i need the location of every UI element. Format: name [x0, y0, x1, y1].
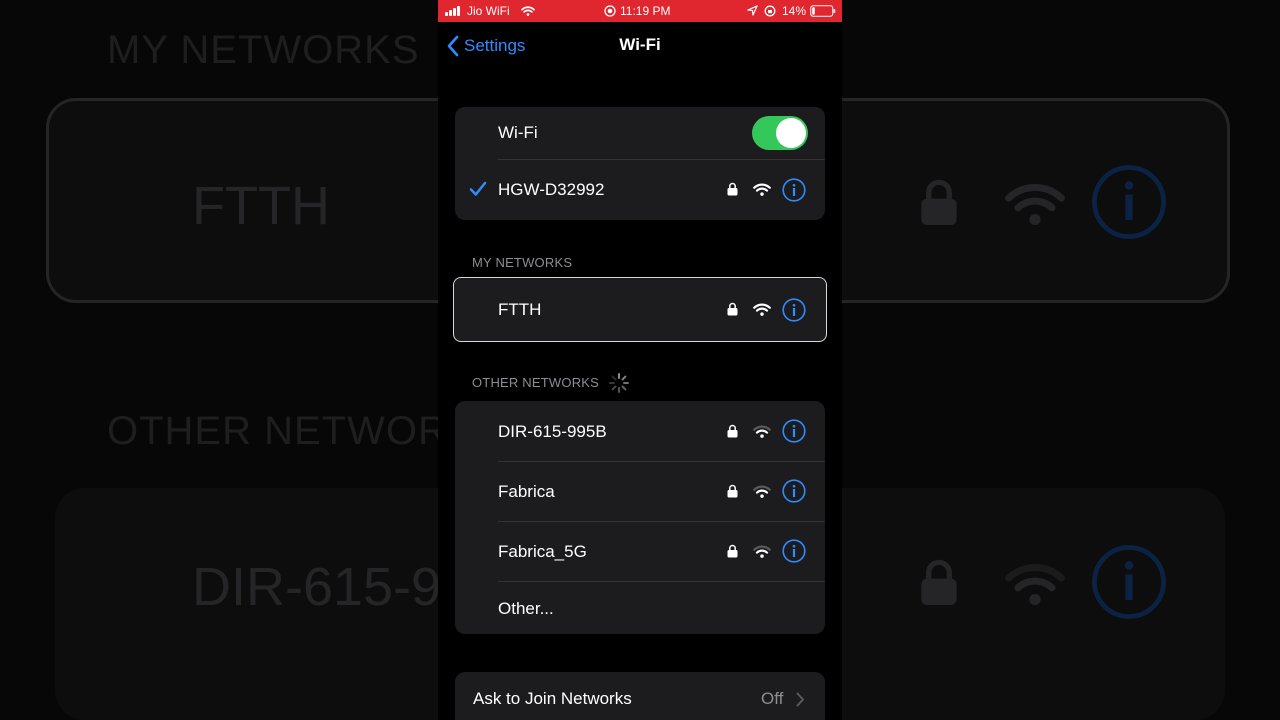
- status-wifi-icon: [521, 6, 535, 16]
- wifi-signal-icon: [753, 303, 771, 316]
- ask-to-join-label: Ask to Join Networks: [473, 689, 632, 708]
- network-name: DIR-615-995B: [498, 422, 607, 441]
- wifi-signal-icon: [753, 545, 771, 558]
- lock-icon: [727, 544, 738, 558]
- wifi-group: Wi-Fi HGW-D32992: [455, 107, 825, 220]
- ask-to-join-value: Off: [761, 689, 784, 708]
- wifi-signal-icon: [753, 485, 771, 498]
- screen-record-icon: [604, 5, 616, 17]
- info-icon[interactable]: [782, 419, 806, 443]
- connected-network-row[interactable]: HGW-D32992: [455, 160, 825, 220]
- connected-network-name: HGW-D32992: [498, 180, 605, 199]
- network-row-fabrica[interactable]: Fabrica: [455, 461, 825, 521]
- info-icon[interactable]: [782, 178, 806, 202]
- loading-spinner-icon: [609, 373, 629, 393]
- battery-percent: 14%: [782, 4, 807, 18]
- carrier-label: Jio WiFi: [467, 4, 510, 18]
- network-row-dir-615-995b[interactable]: DIR-615-995B: [455, 401, 825, 461]
- other-network-label: Other...: [498, 599, 554, 618]
- orientation-lock-icon: [764, 5, 776, 17]
- wifi-signal-icon: [753, 183, 771, 196]
- checkmark-icon: [469, 181, 487, 196]
- navigation-bar: Settings Wi-Fi: [438, 22, 842, 70]
- other-networks-header: OTHER NETWORKS: [472, 375, 600, 390]
- my-network-row-ftth[interactable]: FTTH: [453, 277, 827, 342]
- chevron-right-icon: [796, 692, 804, 707]
- network-name: Fabrica_5G: [498, 542, 587, 561]
- network-name: FTTH: [498, 300, 542, 319]
- info-icon[interactable]: [782, 479, 806, 503]
- battery-icon: [810, 5, 836, 17]
- network-row-fabrica-5g[interactable]: Fabrica_5G: [455, 521, 825, 581]
- phone-screen: Jio WiFi 11:19 PM 14% Settings Wi-Fi Wi-…: [438, 0, 842, 720]
- my-networks-header: MY NETWORKS: [472, 255, 573, 270]
- info-icon[interactable]: [782, 539, 806, 563]
- wifi-signal-icon: [753, 425, 771, 438]
- network-name: Fabrica: [498, 482, 555, 501]
- wifi-toggle-switch[interactable]: [752, 116, 808, 150]
- location-arrow-icon: [747, 5, 758, 16]
- lock-icon: [727, 484, 738, 498]
- info-icon[interactable]: [782, 298, 806, 322]
- wifi-toggle-label: Wi-Fi: [498, 123, 538, 142]
- lock-icon: [727, 182, 738, 196]
- lock-icon: [727, 302, 738, 316]
- wifi-toggle-row: Wi-Fi: [455, 107, 825, 160]
- status-bar: Jio WiFi 11:19 PM 14%: [438, 0, 842, 22]
- page-title: Wi-Fi: [619, 35, 661, 54]
- other-networks-group: DIR-615-995B Fabrica Fabrica_5G Other...: [455, 401, 825, 634]
- lock-icon: [727, 424, 738, 438]
- other-network-row[interactable]: Other...: [455, 581, 825, 634]
- cellular-signal-icon: [445, 6, 461, 16]
- ask-to-join-row[interactable]: Ask to Join Networks Off: [455, 672, 825, 720]
- ask-to-join-group: Ask to Join Networks Off: [455, 672, 825, 720]
- clock: 11:19 PM: [620, 4, 671, 18]
